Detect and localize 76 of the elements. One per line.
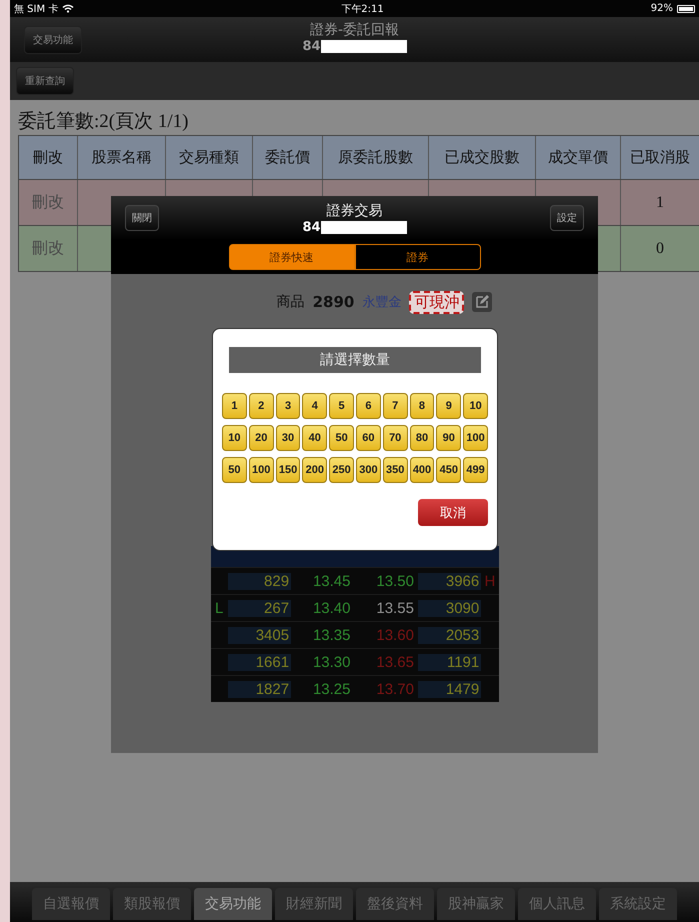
quantity-button[interactable]: 2: [248, 393, 274, 419]
quantity-button[interactable]: 1: [222, 393, 247, 419]
ask-price: 13.60: [375, 626, 415, 644]
refresh-query-button[interactable]: 重新查詢: [16, 67, 74, 95]
dialog-title: 請選擇數量: [229, 347, 481, 373]
low-marker: L: [214, 600, 224, 616]
quantity-button[interactable]: 150: [276, 457, 300, 483]
quantity-button[interactable]: 100: [463, 425, 488, 451]
quantity-button[interactable]: 6: [356, 393, 381, 419]
account-number: 84: [302, 220, 321, 234]
clock-time: 下午2:11: [340, 2, 385, 16]
quantity-button[interactable]: 30: [276, 425, 300, 451]
quantity-button[interactable]: 7: [382, 393, 408, 419]
trade-functions-button[interactable]: 交易功能: [24, 26, 82, 54]
account-number: 84: [302, 39, 321, 54]
quantity-button[interactable]: 450: [436, 457, 462, 483]
ask-quantity: 1191: [418, 654, 482, 670]
day-trade-tag: 可現沖: [409, 290, 464, 314]
quantity-button[interactable]: 3: [276, 393, 300, 419]
ask-quantity: 2053: [418, 626, 482, 644]
bid-price: 13.25: [312, 680, 352, 698]
battery-percent: 92%: [650, 3, 673, 14]
quantity-button[interactable]: 20: [248, 425, 274, 451]
ask-price: 13.55: [375, 600, 415, 616]
carrier-label: 無 SIM 卡: [14, 2, 58, 16]
order-count-label: 委託筆數:2(頁次 1/1): [18, 110, 190, 134]
quantity-button[interactable]: 300: [356, 457, 381, 483]
bid-price: 13.35: [312, 626, 352, 644]
quantity-button[interactable]: 250: [329, 457, 354, 483]
quantity-button[interactable]: 5: [329, 393, 354, 419]
bid-quantity: 3405: [228, 626, 292, 644]
ask-price: 13.70: [375, 680, 415, 698]
table-cell: 0: [621, 226, 699, 271]
quantity-button[interactable]: 200: [302, 457, 328, 483]
quantity-button[interactable]: 90: [436, 425, 462, 451]
quantity-button[interactable]: 350: [382, 457, 408, 483]
ask-quantity: 3090: [418, 600, 482, 616]
settings-button[interactable]: 設定: [550, 205, 584, 231]
ask-price: 13.65: [375, 654, 415, 670]
stock-code: 2890: [312, 293, 354, 311]
quantity-button[interactable]: 8: [410, 393, 434, 419]
quantity-button[interactable]: 50: [329, 425, 354, 451]
product-label: 商品: [276, 293, 305, 311]
quantity-button[interactable]: 400: [410, 457, 434, 483]
ask-quantity: 1479: [418, 680, 482, 698]
battery-icon: [677, 4, 695, 12]
quantity-button[interactable]: 10: [222, 425, 247, 451]
ask-quantity: 3966: [418, 572, 482, 590]
bid-quantity: 1827: [228, 680, 292, 698]
bid-price: 13.30: [312, 654, 352, 670]
tab-bar-item[interactable]: 交易功能: [194, 888, 272, 920]
quantity-button[interactable]: 10: [463, 393, 488, 419]
close-button[interactable]: 關閉: [125, 205, 159, 231]
quantity-button[interactable]: 50: [222, 457, 247, 483]
quantity-button[interactable]: 80: [410, 425, 434, 451]
quantity-button[interactable]: 40: [302, 425, 328, 451]
bid-price: 13.40: [312, 600, 352, 616]
bid-quantity: 829: [228, 572, 292, 590]
bid-quantity: 267: [228, 600, 292, 616]
screen-title: 證券-委託回報: [310, 21, 400, 39]
quantity-button[interactable]: 499: [463, 457, 488, 483]
quantity-button[interactable]: 100: [248, 457, 274, 483]
quantity-button[interactable]: 70: [382, 425, 408, 451]
quantity-button[interactable]: 9: [436, 393, 462, 419]
quantity-button[interactable]: 4: [302, 393, 328, 419]
bid-price: 13.45: [312, 572, 352, 590]
ask-price: 13.50: [375, 572, 415, 590]
segment-tab[interactable]: 證券快速: [228, 244, 354, 270]
cancel-button[interactable]: 取消: [418, 499, 488, 526]
wifi-icon: [62, 4, 74, 13]
window-title: 證券交易: [326, 202, 382, 220]
edit-icon[interactable]: [472, 292, 492, 312]
segment-tab[interactable]: 證券: [354, 244, 480, 270]
high-marker: H: [484, 572, 496, 590]
bid-quantity: 1661: [228, 654, 292, 670]
quantity-button[interactable]: 60: [356, 425, 381, 451]
